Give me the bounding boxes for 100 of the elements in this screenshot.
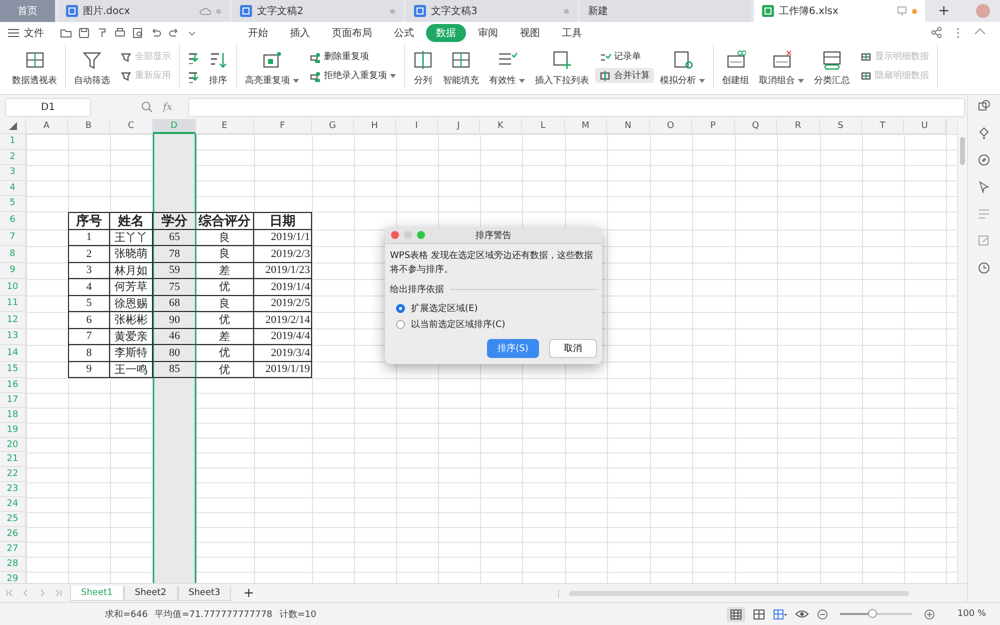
page-break-view-icon[interactable] (773, 608, 788, 620)
subtotal-icon (822, 50, 842, 70)
ribbon-button[interactable]: 智能填充 (439, 47, 483, 85)
menu-tab[interactable]: 视图 (510, 24, 550, 42)
column-heading[interactable]: E (196, 119, 254, 134)
document-tab[interactable]: 图片.docx (58, 0, 229, 22)
menu-tab[interactable]: 插入 (280, 24, 320, 42)
caret-icon[interactable] (519, 78, 525, 83)
history-icon[interactable] (977, 261, 991, 275)
caret-icon[interactable] (390, 74, 396, 78)
column-heading[interactable]: I (396, 119, 438, 134)
close-dot[interactable] (390, 8, 395, 14)
ribbon-button[interactable]: 分列 (409, 47, 437, 85)
column-heading[interactable]: C (110, 119, 153, 134)
ribbon-button[interactable]: 插入下拉列表 (531, 47, 593, 85)
bucket-icon[interactable] (977, 126, 991, 140)
column-heading[interactable]: K (480, 119, 522, 134)
new-tab-button[interactable]: + (928, 0, 960, 22)
select-all-icon[interactable] (8, 122, 16, 130)
page-layout-icon[interactable] (753, 608, 766, 620)
column-heading[interactable]: J (438, 119, 480, 134)
redo-icon[interactable] (168, 27, 180, 39)
zoom-out-icon[interactable] (817, 608, 828, 620)
column-heading[interactable]: Q (735, 119, 777, 134)
column-heading[interactable]: R (777, 119, 820, 134)
column-heading[interactable]: L (522, 119, 565, 134)
column-heading[interactable]: G (312, 119, 354, 134)
column-heading[interactable]: M (565, 119, 607, 134)
pointer-icon[interactable] (977, 180, 991, 194)
column-heading[interactable]: P (692, 119, 735, 134)
close-dot[interactable] (564, 8, 569, 14)
ribbon-button[interactable]: 数据透视表 (8, 47, 61, 85)
save-icon[interactable] (78, 27, 90, 39)
shapes-icon[interactable] (977, 99, 991, 113)
menu-tab[interactable]: 开始 (238, 24, 278, 42)
printer-icon[interactable] (114, 27, 126, 39)
formula-field[interactable] (188, 98, 965, 116)
chevron-up-icon[interactable] (974, 27, 986, 35)
column-heading[interactable]: A (26, 119, 68, 134)
name-box[interactable]: D1 (5, 98, 91, 116)
zoom-icon[interactable] (141, 101, 153, 113)
menu-tab[interactable]: 公式 (384, 24, 424, 42)
folder-icon[interactable] (60, 27, 72, 39)
column-heading[interactable]: U (904, 119, 946, 134)
column-heading[interactable]: B (68, 119, 110, 134)
sheet-tab[interactable]: Sheet3 (178, 586, 232, 600)
slider-thumb[interactable] (868, 609, 877, 618)
compass-icon[interactable] (977, 153, 991, 167)
menu-tab[interactable]: 页面布局 (322, 24, 382, 42)
close-light[interactable] (391, 231, 399, 239)
ribbon-button[interactable]: 分类汇总 (810, 47, 854, 85)
unsaved-dot[interactable] (912, 8, 917, 14)
ribbon-button[interactable]: 高亮重复项 (241, 47, 303, 85)
table-icon (24, 50, 44, 70)
sheet-tab[interactable]: Sheet2 (124, 586, 178, 600)
export-icon[interactable] (977, 234, 991, 248)
caret-icon[interactable] (798, 78, 804, 83)
table-cell: 7 (68, 328, 110, 345)
ribbon-button[interactable]: 记录单 (595, 49, 654, 64)
radio-button[interactable] (396, 304, 405, 313)
document-tab[interactable]: 新建 (580, 0, 751, 22)
more-icon[interactable] (956, 27, 960, 39)
column-heading[interactable]: S (820, 119, 862, 134)
caret-icon[interactable] (699, 78, 705, 83)
document-tab[interactable]: 文字文稿3 (406, 0, 577, 22)
zoom-in-icon[interactable] (924, 608, 936, 620)
print-preview-icon[interactable] (132, 27, 144, 39)
add-sheet-button[interactable]: + (243, 586, 254, 600)
properties-icon[interactable] (977, 207, 991, 221)
document-tab[interactable]: 文字文稿2 (232, 0, 403, 22)
undo-icon[interactable] (150, 27, 162, 39)
eye-icon[interactable] (795, 609, 810, 619)
ribbon-button[interactable]: 模拟分析 (656, 47, 709, 85)
share-icon[interactable] (931, 27, 942, 38)
column-heading[interactable]: H (354, 119, 396, 134)
column-heading[interactable]: T (862, 119, 904, 134)
caret-icon[interactable] (293, 78, 299, 83)
vertical-scrollbar[interactable] (957, 119, 967, 583)
radio-button[interactable] (396, 320, 405, 329)
menu-tab[interactable]: 工具 (552, 24, 592, 42)
menu-tab[interactable]: 审阅 (468, 24, 508, 42)
ribbon-button[interactable]: 合并计算 (595, 68, 654, 83)
ribbon-button[interactable]: 有效性 (485, 47, 529, 85)
option-label[interactable]: 扩展选定区域(E) (411, 302, 478, 315)
ribbon-button[interactable]: 删除重复项 (305, 49, 400, 64)
option-label[interactable]: 以当前选定区域排序(C) (411, 318, 506, 331)
ribbon-button[interactable]: 取消组合 (755, 47, 808, 85)
column-heading[interactable]: F (254, 119, 312, 134)
normal-view-icon[interactable] (730, 608, 742, 620)
document-tab[interactable]: 工作簿6.xlsx (754, 0, 925, 22)
close-dot[interactable] (216, 8, 221, 14)
sort-button[interactable]: 排序(S) (487, 339, 539, 358)
column-heading[interactable]: N (607, 119, 650, 134)
ribbon-button[interactable]: 创建组 (718, 47, 753, 85)
file-menu[interactable]: 文件 (8, 26, 44, 40)
cancel-button[interactable]: 取消 (549, 339, 597, 358)
ribbon-button[interactable]: 自动筛选 (70, 47, 114, 85)
ribbon-button[interactable]: 排序 (204, 47, 232, 85)
column-heading[interactable]: O (650, 119, 692, 134)
ribbon-button[interactable]: 拒绝录入重复项 (305, 68, 400, 83)
